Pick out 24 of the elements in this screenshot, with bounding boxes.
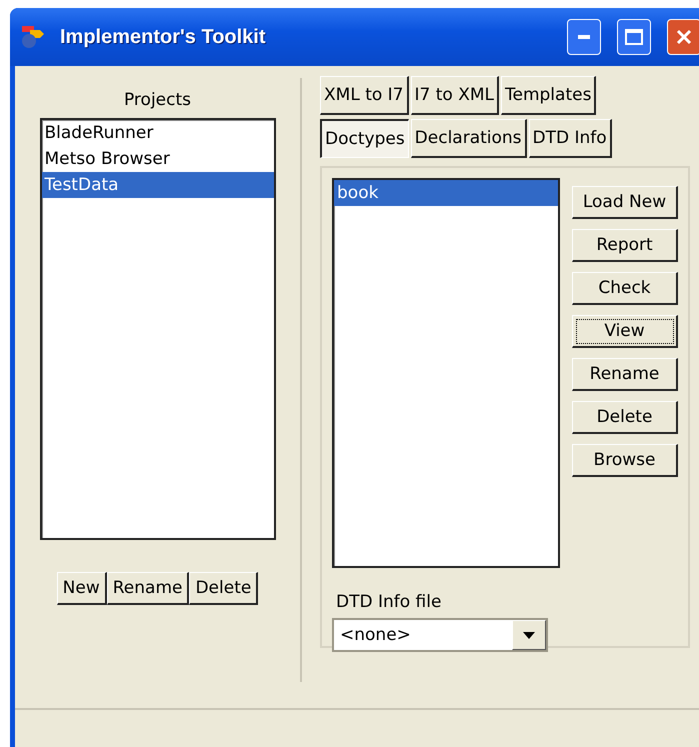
doctype-button[interactable]: Load New bbox=[572, 186, 678, 219]
project-button[interactable]: New bbox=[56, 572, 107, 605]
projects-label: Projects bbox=[124, 90, 192, 110]
doctype-item[interactable]: book bbox=[334, 180, 558, 206]
doctype-button[interactable]: Browse bbox=[572, 444, 678, 477]
project-item[interactable]: Metso Browser bbox=[42, 146, 274, 172]
project-item[interactable]: TestData bbox=[42, 172, 274, 198]
dtd-info-dropdown[interactable]: <none> bbox=[332, 618, 548, 652]
tab[interactable]: Declarations bbox=[410, 119, 527, 158]
project-item[interactable]: BladeRunner bbox=[42, 120, 274, 146]
dtd-info-label: DTD Info file bbox=[336, 592, 442, 612]
tab[interactable]: XML to I7 bbox=[320, 76, 408, 115]
tab[interactable]: I7 to XML bbox=[410, 76, 499, 115]
window-title: Implementor's Toolkit bbox=[60, 26, 267, 48]
doctype-button[interactable]: Report bbox=[572, 229, 678, 262]
tab[interactable]: Doctypes bbox=[320, 119, 409, 158]
tab[interactable]: DTD Info bbox=[528, 119, 612, 158]
doctype-button[interactable]: Delete bbox=[572, 401, 678, 434]
project-button[interactable]: Delete bbox=[189, 572, 258, 605]
doctype-button[interactable]: Check bbox=[572, 272, 678, 305]
doctype-button[interactable]: Rename bbox=[572, 358, 678, 391]
project-button[interactable]: Rename bbox=[106, 572, 190, 605]
doctype-button[interactable]: View bbox=[572, 315, 678, 348]
tab[interactable]: Templates bbox=[501, 76, 596, 115]
